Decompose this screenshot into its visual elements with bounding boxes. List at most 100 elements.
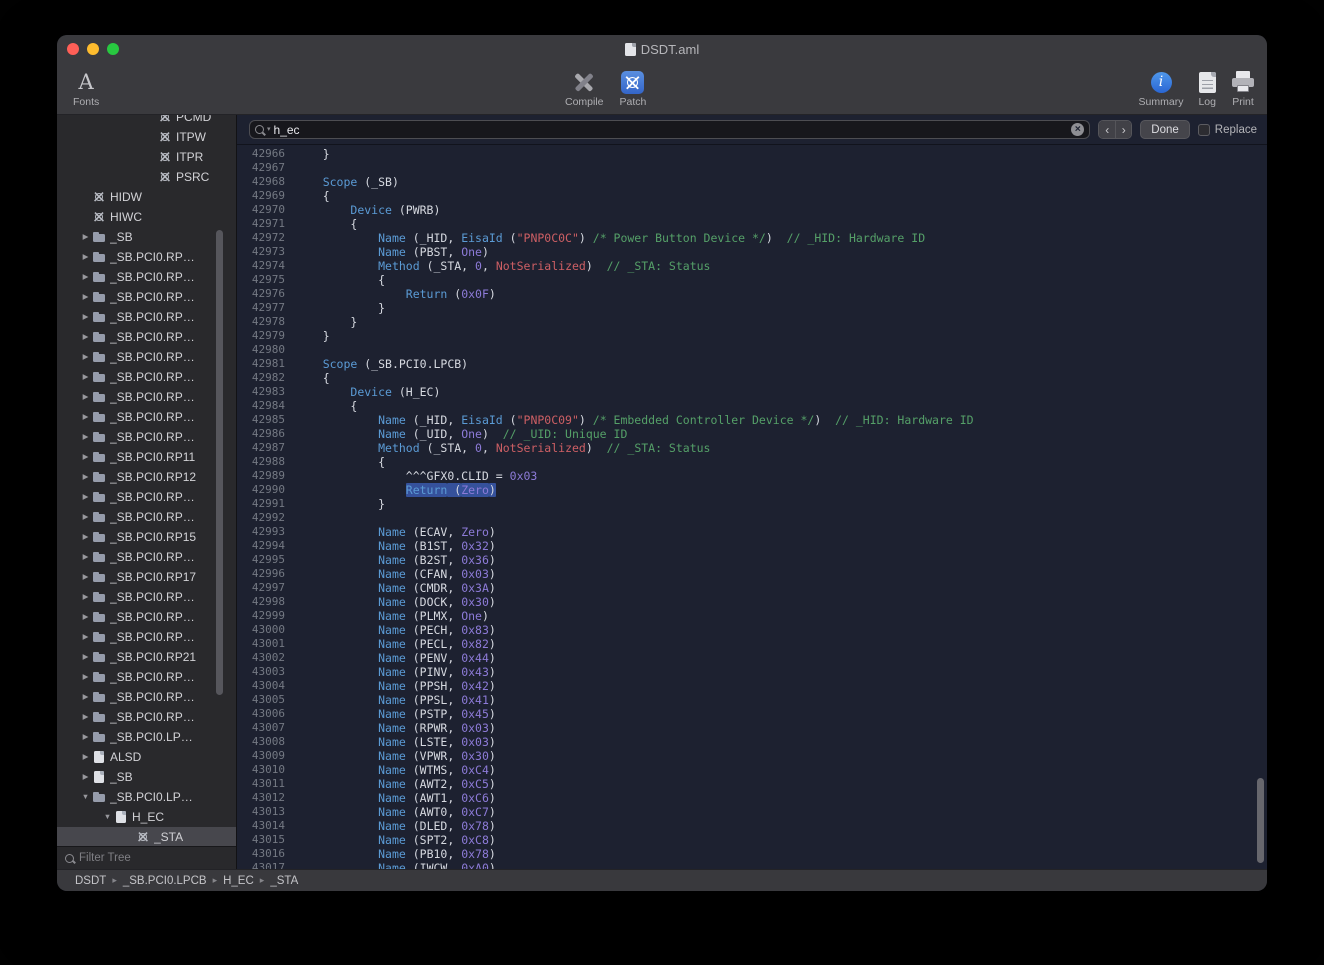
tree-item[interactable]: ▶_SB.PCI0.RP… [57,247,236,267]
code-line[interactable]: 43012 Name (AWT1, 0xC6) [237,791,1267,805]
tree-item[interactable]: _STA [57,827,236,846]
disclosure-expanded-icon[interactable]: ▼ [79,787,92,807]
tree-item[interactable]: ▶_SB.PCI0.RP11 [57,447,236,467]
code-line[interactable]: 43003 Name (PINV, 0x43) [237,665,1267,679]
tree-item[interactable]: ▶_SB.PCI0.RP… [57,687,236,707]
disclosure-expanded-icon[interactable]: ▼ [101,807,114,827]
tree-item[interactable]: ITPR [57,147,236,167]
tree-item[interactable]: PCMD [57,115,236,127]
tree-item[interactable]: ▶_SB.PCI0.RP… [57,387,236,407]
compile-button[interactable]: Compile [565,68,604,108]
code-line[interactable]: 42999 Name (PLMX, One) [237,609,1267,623]
code-line[interactable]: 43000 Name (PECH, 0x83) [237,623,1267,637]
breadcrumb-item[interactable]: _SB.PCI0.LPCB [123,875,207,887]
disclosure-collapsed-icon[interactable]: ▶ [79,647,92,667]
code-line[interactable]: 42991 } [237,497,1267,511]
code-line[interactable]: 42976 Return (0x0F) [237,287,1267,301]
code-line[interactable]: 42996 Name (CFAN, 0x03) [237,567,1267,581]
code-line[interactable]: 42980 [237,343,1267,357]
breadcrumb-item[interactable]: H_EC [223,875,254,887]
tree-item[interactable]: ▶_SB.PCI0.RP… [57,347,236,367]
tree-item[interactable]: ▶_SB.PCI0.RP12 [57,467,236,487]
tree-item[interactable]: ▶_SB.PCI0.RP… [57,427,236,447]
code-area[interactable]: 42966 }4296742968 Scope (_SB)42969 {4297… [237,145,1267,869]
code-line[interactable]: 43004 Name (PPSH, 0x42) [237,679,1267,693]
zoom-button[interactable] [107,43,119,55]
disclosure-collapsed-icon[interactable]: ▶ [79,487,92,507]
code-line[interactable]: 43009 Name (VPWR, 0x30) [237,749,1267,763]
tree-item[interactable]: ▶_SB.PCI0.RP… [57,487,236,507]
tree-item[interactable]: ▶_SB.PCI0.RP… [57,587,236,607]
tree-item[interactable]: ▼_SB.PCI0.LP… [57,787,236,807]
filter-tree-input[interactable] [79,852,228,864]
disclosure-collapsed-icon[interactable]: ▶ [79,447,92,467]
close-button[interactable] [67,43,79,55]
disclosure-collapsed-icon[interactable]: ▶ [79,427,92,447]
tree-item[interactable]: ▶_SB [57,227,236,247]
disclosure-collapsed-icon[interactable]: ▶ [79,287,92,307]
minimize-button[interactable] [87,43,99,55]
disclosure-collapsed-icon[interactable]: ▶ [79,267,92,287]
tree-item[interactable]: ▶_SB.PCI0.RP… [57,547,236,567]
code-line[interactable]: 43013 Name (AWT0, 0xC7) [237,805,1267,819]
code-line[interactable]: 42989 ^^^GFX0.CLID = 0x03 [237,469,1267,483]
code-line[interactable]: 43007 Name (RPWR, 0x03) [237,721,1267,735]
code-line[interactable]: 42969 { [237,189,1267,203]
print-button[interactable]: Print [1231,68,1255,108]
code-line[interactable]: 43010 Name (WTMS, 0xC4) [237,763,1267,777]
code-line[interactable]: 42977 } [237,301,1267,315]
code-line[interactable]: 42966 } [237,147,1267,161]
tree-item[interactable]: HIDW [57,187,236,207]
code-line[interactable]: 42984 { [237,399,1267,413]
code-line[interactable]: 43005 Name (PPSL, 0x41) [237,693,1267,707]
code-line[interactable]: 42993 Name (ECAV, Zero) [237,525,1267,539]
tree-item[interactable]: ▼H_EC [57,807,236,827]
code-line[interactable]: 42981 Scope (_SB.PCI0.LPCB) [237,357,1267,371]
editor-scrollbar[interactable] [1257,778,1264,863]
tree-item[interactable]: ▶_SB.PCI0.RP21 [57,647,236,667]
tree-item[interactable]: ▶_SB.PCI0.LP… [57,727,236,747]
summary-button[interactable]: i Summary [1139,68,1184,108]
breadcrumb-item[interactable]: DSDT [75,875,106,887]
patch-button[interactable]: Patch [620,68,647,108]
code-line[interactable]: 42972 Name (_HID, EisaId ("PNP0C0C") /* … [237,231,1267,245]
tree-item[interactable]: ▶_SB.PCI0.RP… [57,287,236,307]
find-previous-button[interactable]: ‹ [1099,121,1115,138]
sidebar-scrollbar[interactable] [216,230,223,695]
code-line[interactable]: 42992 [237,511,1267,525]
disclosure-collapsed-icon[interactable]: ▶ [79,387,92,407]
disclosure-collapsed-icon[interactable]: ▶ [79,547,92,567]
disclosure-collapsed-icon[interactable]: ▶ [79,367,92,387]
tree-item[interactable]: ▶ALSD [57,747,236,767]
disclosure-collapsed-icon[interactable]: ▶ [79,767,92,787]
tree-item[interactable]: ▶_SB [57,767,236,787]
disclosure-collapsed-icon[interactable]: ▶ [79,627,92,647]
tree-item[interactable]: ▶_SB.PCI0.RP… [57,507,236,527]
search-field[interactable]: ▾ × [249,120,1090,139]
disclosure-collapsed-icon[interactable]: ▶ [79,727,92,747]
disclosure-collapsed-icon[interactable]: ▶ [79,247,92,267]
disclosure-collapsed-icon[interactable]: ▶ [79,707,92,727]
code-line[interactable]: 43001 Name (PECL, 0x82) [237,637,1267,651]
code-line[interactable]: 42973 Name (PBST, One) [237,245,1267,259]
clear-search-button[interactable]: × [1071,123,1084,136]
disclosure-collapsed-icon[interactable]: ▶ [79,587,92,607]
code-line[interactable]: 42967 [237,161,1267,175]
tree-item[interactable]: ▶_SB.PCI0.RP15 [57,527,236,547]
code-line[interactable]: 42978 } [237,315,1267,329]
code-line[interactable]: 43002 Name (PENV, 0x44) [237,651,1267,665]
find-next-button[interactable]: › [1115,121,1131,138]
code-line[interactable]: 42995 Name (B2ST, 0x36) [237,553,1267,567]
tree-item[interactable]: ▶_SB.PCI0.RP… [57,367,236,387]
code-line[interactable]: 43015 Name (SPT2, 0xC8) [237,833,1267,847]
tree-item[interactable]: ▶_SB.PCI0.RP… [57,407,236,427]
code-line[interactable]: 42986 Name (_UID, One) // _UID: Unique I… [237,427,1267,441]
disclosure-collapsed-icon[interactable]: ▶ [79,607,92,627]
code-line[interactable]: 43008 Name (LSTE, 0x03) [237,735,1267,749]
code-line[interactable]: 42985 Name (_HID, EisaId ("PNP0C09") /* … [237,413,1267,427]
tree-item[interactable]: ▶_SB.PCI0.RP… [57,307,236,327]
tree-item[interactable]: PSRC [57,167,236,187]
code-line[interactable]: 42979 } [237,329,1267,343]
code-line[interactable]: 42997 Name (CMDR, 0x3A) [237,581,1267,595]
code-line[interactable]: 42998 Name (DOCK, 0x30) [237,595,1267,609]
